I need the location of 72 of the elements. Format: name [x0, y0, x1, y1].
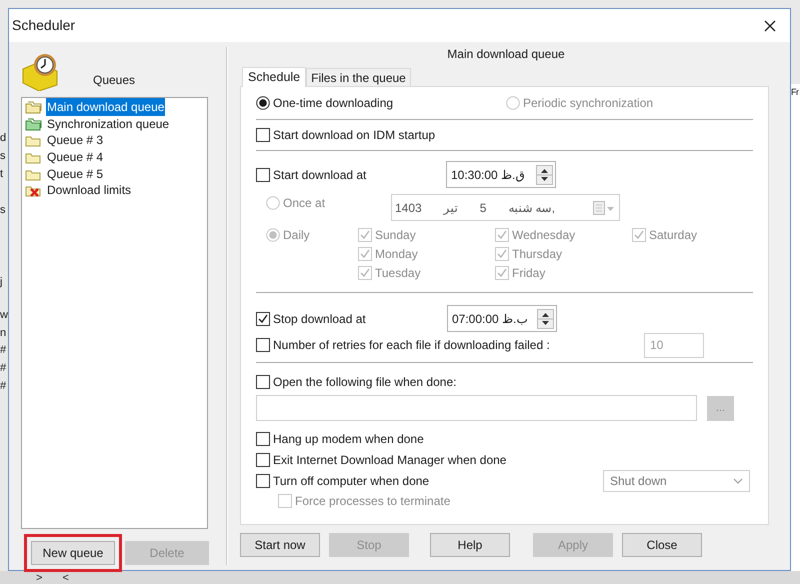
- spinner-arrows-icon[interactable]: [536, 164, 553, 184]
- tab[interactable]: Schedule: [242, 67, 306, 87]
- background-text: n: [0, 327, 6, 339]
- queue-title: Main download queue: [447, 46, 565, 63]
- background-text: <: [62, 572, 69, 584]
- option-label: Tuesday: [375, 264, 421, 282]
- option-label: Open the following file when done:: [273, 374, 456, 392]
- option-label: Start download at: [273, 166, 366, 184]
- queues-label: Queues: [93, 72, 136, 89]
- queue-item[interactable]: Queue # 3: [46, 131, 104, 150]
- option-label: One-time downloading: [273, 95, 394, 112]
- option-label: Monday: [375, 246, 418, 264]
- option-label: Exit Internet Download Manager when done: [273, 452, 506, 470]
- option-label: Wednesday: [512, 227, 576, 244]
- background-text: #: [0, 380, 6, 392]
- checkbox[interactable]: [256, 432, 270, 446]
- checkbox[interactable]: [256, 474, 270, 488]
- checkbox[interactable]: [256, 338, 270, 352]
- option-label: Stop download at: [273, 310, 366, 328]
- option-label: Force processes to terminate: [295, 493, 450, 510]
- option-label: Number of retries for each file if downloading failed :: [273, 337, 550, 354]
- chevron-down-icon: [733, 478, 743, 484]
- file-path-field[interactable]: [256, 395, 697, 422]
- radio-button[interactable]: [256, 96, 270, 110]
- date-part: تیر: [444, 200, 458, 216]
- background-text: #: [0, 362, 6, 374]
- checkbox[interactable]: [256, 453, 270, 468]
- queue-item[interactable]: Queue # 4: [46, 148, 104, 166]
- queue-item[interactable]: Synchronization queue: [46, 114, 170, 133]
- queue-item[interactable]: Queue # 5: [46, 164, 104, 183]
- checkbox[interactable]: [256, 312, 270, 326]
- checkbox[interactable]: [256, 168, 270, 182]
- dialog-button[interactable]: Help: [430, 533, 510, 557]
- window-title: Scheduler: [12, 16, 76, 35]
- calendar-dropdown-icon[interactable]: [593, 200, 615, 214]
- date-part: سه شنبه,: [508, 200, 556, 216]
- background-text: >: [36, 572, 42, 584]
- option-label: Daily: [283, 227, 310, 244]
- dropdown-value: Shut down: [610, 472, 667, 490]
- checkbox[interactable]: [256, 375, 270, 390]
- background-text: d: [0, 132, 6, 144]
- background-text: t: [0, 168, 4, 180]
- queue-item[interactable]: Download limits: [46, 181, 132, 200]
- folders-icon: [25, 116, 42, 131]
- folders-icon: [25, 100, 42, 114]
- background-text: j: [0, 276, 2, 288]
- date-part: 1403: [395, 200, 422, 216]
- background-text: Fr: [791, 86, 798, 98]
- folder-clock-icon: [21, 51, 59, 91]
- queue-button[interactable]: New queue: [31, 541, 115, 565]
- option-label: Saturday: [649, 227, 698, 244]
- option-label: Hang up modem when done: [273, 431, 424, 448]
- background-text: s: [0, 150, 6, 162]
- option-label: Periodic synchronization: [523, 95, 654, 112]
- checkbox[interactable]: [256, 128, 270, 142]
- dialog-button[interactable]: Start now: [240, 533, 320, 557]
- option-label: Start download on IDM startup: [273, 127, 436, 144]
- date-part: 5: [480, 200, 486, 216]
- tab[interactable]: Files in the queue: [306, 68, 411, 86]
- option-label: Friday: [512, 264, 546, 282]
- dialog-button[interactable]: Close: [622, 533, 702, 557]
- option-label: Turn off computer when done: [273, 472, 430, 490]
- option-label: Thursday: [512, 246, 562, 264]
- background-text: #: [0, 344, 6, 356]
- option-label: Sunday: [375, 227, 416, 244]
- spinner-arrows-icon[interactable]: [537, 308, 554, 329]
- queue-item[interactable]: Main download queue: [46, 98, 166, 116]
- close-icon[interactable]: [764, 20, 776, 32]
- background-text: s: [0, 204, 6, 216]
- background-text: w: [0, 309, 8, 321]
- shutdown-dropdown[interactable]: Shut down: [603, 470, 750, 492]
- option-label: Once at: [283, 195, 326, 212]
